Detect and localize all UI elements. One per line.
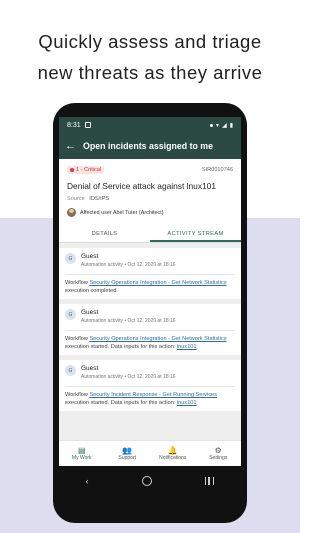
notification-icon [84,122,91,128]
activity-text: Workflow [65,336,90,342]
people-icon: 👥 [122,446,133,455]
system-recents-icon[interactable] [205,477,215,485]
activity-meta: Automation activity • Oct 12, 2020 at 18… [81,374,176,380]
nav-support[interactable]: 👥 Support [105,441,151,466]
input-link[interactable]: lnux101 [177,344,197,350]
headline-line-2: new threats as they arrive [37,62,263,83]
activity-body: Workflow Security Incident Response - Ge… [65,392,235,407]
activity-author: Guest [81,365,99,372]
status-time: 8:31 [67,121,81,129]
bottom-nav: ▤ My Work 👥 Support 🔔 Notifications ⚙ Se… [59,440,241,466]
workflow-link[interactable]: Security Operations Integration - Get Ne… [89,280,226,286]
incident-detail: 1 - Critical SIR0010746 Denial of Servic… [59,159,241,217]
activity-text: Workflow [65,392,90,398]
activity-body: Workflow Security Operations Integration… [65,336,235,351]
divider [65,386,235,387]
nav-label: Support [118,455,136,461]
app-bar: ← Open incidents assigned to me [59,133,241,159]
severity-label: 1 - Critical [76,167,102,173]
affected-user[interactable]: Affected user Abel Tuter (Architect) [67,208,233,217]
workflow-link[interactable]: Security Incident Response - Get Running… [89,392,216,398]
battery-icon: ▮ [229,122,233,129]
activity-card: G Guest Automation activity • Oct 12, 20… [59,304,241,355]
activity-text: Workflow [65,280,90,286]
activity-meta: Automation activity • Oct 12, 2020 at 18… [81,318,176,324]
avatar [67,208,76,217]
dot-icon [210,123,214,127]
activity-meta: Automation activity • Oct 12, 2020 at 18… [81,262,176,268]
workflow-link[interactable]: Security Operations Integration - Get Ne… [89,336,226,342]
status-bar: 8:31 ▾ ◢ ▮ [59,117,241,133]
input-link[interactable]: lnux101 [177,400,197,406]
promo-headline: Quickly assess and triage new threats as… [0,26,300,88]
guest-avatar: G [65,365,76,376]
activity-body: Workflow Security Operations Integration… [65,280,235,295]
activity-stream: G Guest Automation activity • Oct 12, 20… [59,243,241,454]
system-home-icon[interactable] [141,476,152,486]
source-label: Source [67,196,85,202]
source-value: IDS/IPS [89,196,110,202]
divider [65,274,235,275]
affected-user-label: Affected user Abel Tuter (Architect) [80,209,164,216]
activity-author: Guest [81,309,99,316]
app-bar-title: Open incidents assigned to me [83,141,214,151]
arrow-left-icon[interactable]: ← [65,140,83,152]
divider [65,330,235,331]
activity-text: execution started. Data inputs for this … [65,343,177,350]
wifi-icon: ▾ [216,122,220,129]
nav-label: Notifications [159,455,187,461]
incident-id: SIR0010746 [201,167,233,173]
incident-source: Source IDS/IPS [67,196,233,202]
phone-screen: 8:31 ▾ ◢ ▮ ← Open incidents assigned to … [59,117,241,496]
nav-label: My Work [71,455,92,461]
nav-label: Settings [209,455,228,461]
critical-dot-icon [70,168,74,172]
system-nav-bar: ‹ [59,466,241,496]
guest-avatar: G [65,309,76,320]
severity-badge: 1 - Critical [67,166,105,174]
activity-author: Guest [81,253,99,260]
bell-icon: 🔔 [167,446,178,455]
incident-title: Denial of Service attack against lnux101 [67,181,216,191]
system-back-icon[interactable]: ‹ [86,476,89,486]
nav-notifications[interactable]: 🔔 Notifications [150,441,196,466]
tab-bar: DETAILS ACTIVITY STREAM [59,226,241,243]
activity-card: G Guest Automation activity • Oct 12, 20… [59,248,241,299]
guest-avatar: G [65,253,76,264]
gear-icon: ⚙ [214,446,222,455]
tab-activity-stream[interactable]: ACTIVITY STREAM [150,226,241,242]
nav-my-work[interactable]: ▤ My Work [59,441,105,466]
signal-icon: ◢ [222,122,227,129]
activity-text: execution started. Data inputs for this … [65,399,177,406]
nav-settings[interactable]: ⚙ Settings [196,441,242,466]
inbox-icon: ▤ [77,446,86,455]
headline-line-1: Quickly assess and triage [38,31,262,52]
tab-details[interactable]: DETAILS [59,226,150,242]
activity-card: G Guest Automation activity • Oct 12, 20… [59,360,241,411]
activity-text: execution completed. [65,287,118,294]
